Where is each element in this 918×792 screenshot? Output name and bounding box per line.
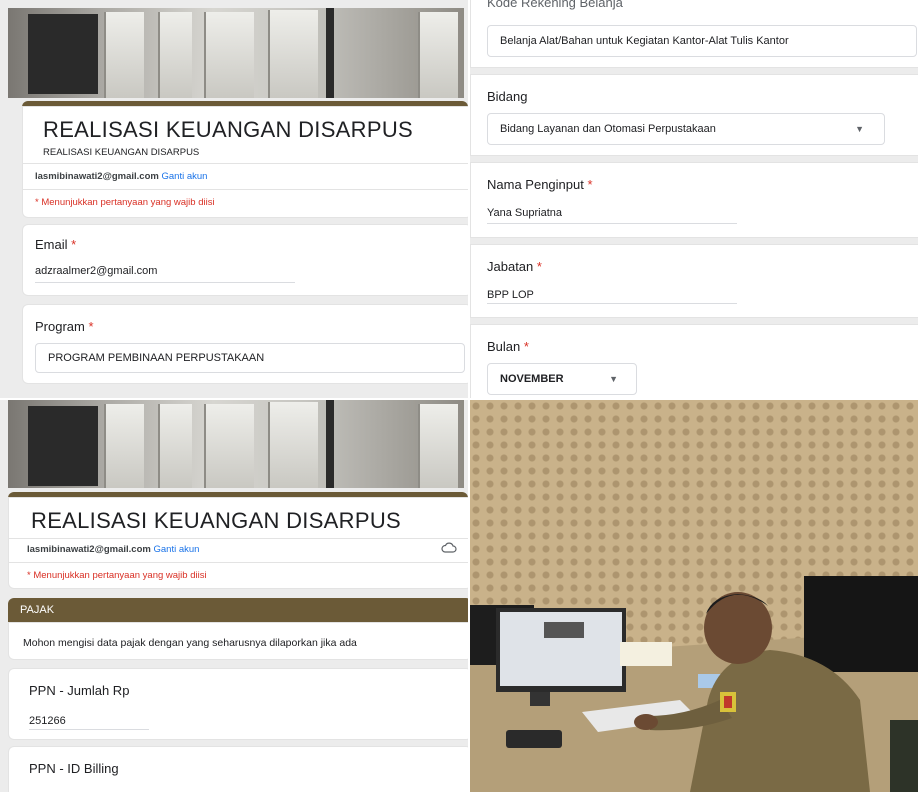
penginput-label: Nama Penginput * <box>487 177 593 192</box>
program-select[interactable]: PROGRAM PEMBINAAN PERPUSTAKAAN <box>35 343 465 373</box>
form-subtitle: REALISASI KEUANGAN DISARPUS <box>43 147 200 158</box>
program-label: Program * <box>35 319 94 334</box>
program-value: PROGRAM PEMBINAAN PERPUSTAKAAN <box>48 352 265 364</box>
bulan-question-card: Bulan * NOVEMBER ▼ <box>470 324 918 398</box>
caret-down-icon: ▼ <box>609 374 618 384</box>
bidang-value: Bidang Layanan dan Otomasi Perpustakaan <box>500 123 716 135</box>
office-photo <box>470 400 918 792</box>
jabatan-label: Jabatan * <box>487 259 542 274</box>
cloud-icon <box>441 542 457 553</box>
required-note: * Menunjukkan pertanyaan yang wajib diis… <box>27 570 207 581</box>
program-question-card: Program * PROGRAM PEMBINAAN PERPUSTAKAAN <box>22 304 468 384</box>
header-banner-image <box>8 8 464 98</box>
jabatan-field[interactable]: BPP LOP <box>487 289 534 301</box>
form-screenshot-top-left: REALISASI KEUANGAN DISARPUS REALISASI KE… <box>0 0 468 398</box>
penginput-question-card: Nama Penginput * Yana Supriatna <box>470 162 918 238</box>
belanja-label: Kode Rekening Belanja <box>487 0 623 10</box>
caret-down-icon: ▼ <box>855 124 864 134</box>
bidang-label: Bidang <box>487 89 528 104</box>
bidang-question-card: Bidang Bidang Layanan dan Otomasi Perpus… <box>470 74 918 156</box>
form-title: REALISASI KEUANGAN DISARPUS <box>31 508 401 533</box>
bulan-label: Bulan * <box>487 339 529 354</box>
email-field[interactable]: adzraalmer2@gmail.com <box>35 265 157 277</box>
belanja-value: Belanja Alat/Bahan untuk Kegiatan Kantor… <box>500 35 789 47</box>
section-description: Mohon mengisi data pajak dengan yang seh… <box>23 637 357 649</box>
email-label: Email * <box>35 237 77 252</box>
ppn-amount-field[interactable]: 251266 <box>29 715 66 727</box>
form-header-card: REALISASI KEUANGAN DISARPUS lasmibinawat… <box>8 497 468 589</box>
photo-illustration <box>470 576 918 792</box>
penginput-field[interactable]: Yana Supriatna <box>487 207 562 219</box>
belanja-select[interactable]: Belanja Alat/Bahan untuk Kegiatan Kantor… <box>487 25 917 57</box>
form-header-card: REALISASI KEUANGAN DISARPUS REALISASI KE… <box>22 106 468 218</box>
switch-account-link[interactable]: Ganti akun <box>153 544 199 555</box>
ppn-amount-label: PPN - Jumlah Rp <box>29 683 130 698</box>
ppn-billing-label: PPN - ID Billing <box>29 761 119 776</box>
switch-account-link[interactable]: Ganti akun <box>161 171 207 182</box>
bulan-value: NOVEMBER <box>500 373 564 385</box>
bulan-select[interactable]: NOVEMBER ▼ <box>487 363 637 395</box>
account-email: lasmibinawati2@gmail.com Ganti akun <box>27 544 200 555</box>
bidang-select[interactable]: Bidang Layanan dan Otomasi Perpustakaan … <box>487 113 885 145</box>
form-title: REALISASI KEUANGAN DISARPUS <box>43 117 413 142</box>
ppn-amount-question-card: PPN - Jumlah Rp 251266 <box>8 668 468 740</box>
email-question-card: Email * adzraalmer2@gmail.com <box>22 224 468 296</box>
form-screenshot-top-right: Kode Rekening Belanja Belanja Alat/Bahan… <box>470 0 918 398</box>
ppn-billing-question-card: PPN - ID Billing <box>8 746 468 792</box>
header-banner-image <box>8 400 464 488</box>
jabatan-question-card: Jabatan * BPP LOP <box>470 244 918 318</box>
required-note: * Menunjukkan pertanyaan yang wajib diis… <box>35 197 215 208</box>
belanja-question-card: Kode Rekening Belanja Belanja Alat/Bahan… <box>470 0 918 68</box>
section-header-pajak: PAJAK <box>8 598 468 622</box>
section-description-card: Mohon mengisi data pajak dengan yang seh… <box>8 622 468 660</box>
account-email: lasmibinawati2@gmail.com Ganti akun <box>35 171 208 182</box>
form-screenshot-bottom-left: REALISASI KEUANGAN DISARPUS lasmibinawat… <box>0 400 468 792</box>
